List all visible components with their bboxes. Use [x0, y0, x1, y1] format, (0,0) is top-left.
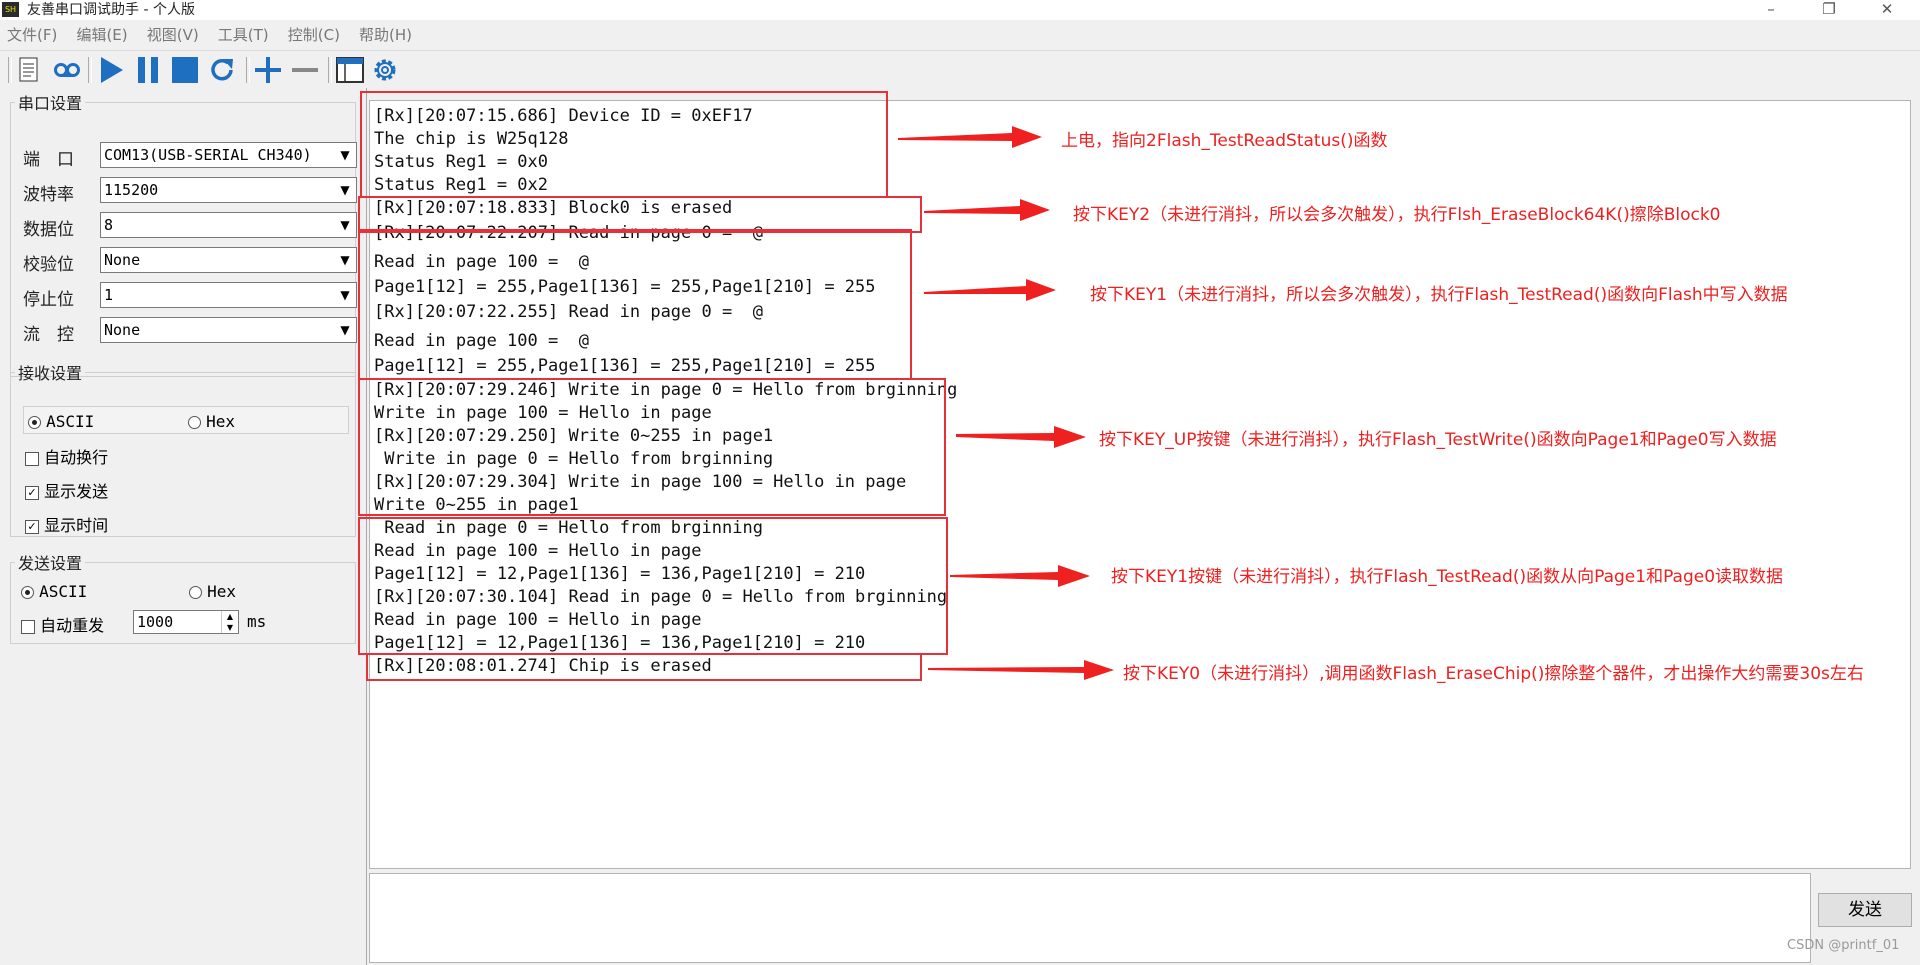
red-arrow-icon: [928, 660, 1114, 680]
send-button[interactable]: 发送: [1818, 893, 1912, 927]
red-arrow-icon: [924, 279, 1056, 301]
annotation-text: 上电，指向2Flash_TestReadStatus()函数: [1061, 131, 1388, 151]
watermark: CSDN @printf_01: [1787, 938, 1900, 953]
annotation-text: 按下KEY_UP按键（未进行消抖），执行Flash_TestWrite()函数向…: [1099, 430, 1777, 450]
send-input[interactable]: [369, 873, 1811, 963]
annotation-text: 按下KEY2（未进行消抖，所以会多次触发），执行Flsh_EraseBlock6…: [1073, 205, 1721, 225]
red-arrow-icon: [898, 126, 1042, 148]
annotation-text: 按下KEY1（未进行消抖，所以会多次触发），执行Flash_TestRead()…: [1090, 285, 1788, 305]
annotation-arrows: [898, 126, 1114, 680]
annotation-text: 按下KEY1按键（未进行消抖），执行Flash_TestRead()函数从向Pa…: [1111, 567, 1784, 587]
red-arrow-icon: [950, 565, 1090, 587]
red-arrow-icon: [956, 426, 1086, 448]
red-arrow-icon: [924, 199, 1050, 221]
annotation-text: 按下KEY0（未进行消抖）,调用函数Flash_EraseChip()擦除整个器…: [1123, 664, 1864, 684]
